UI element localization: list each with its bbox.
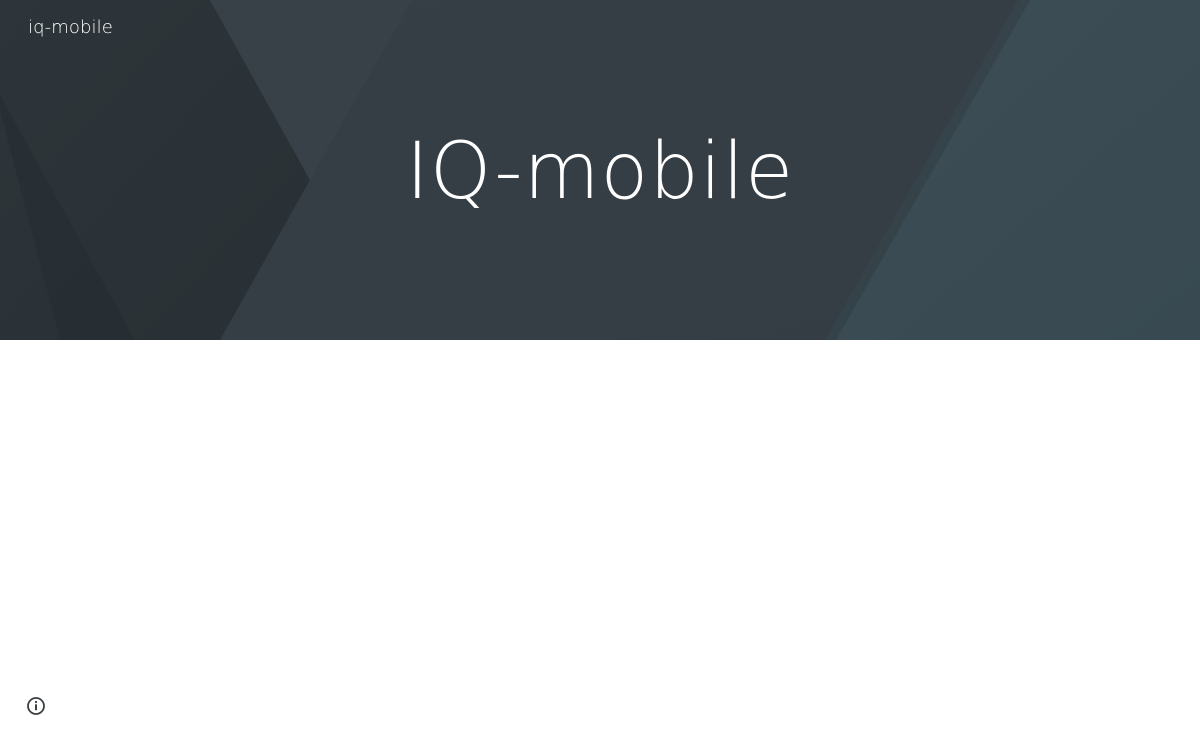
header-banner: iq-mobile IQ-mobile [0, 0, 1200, 340]
site-name-link[interactable]: iq-mobile [28, 17, 113, 38]
page-title: IQ-mobile [405, 127, 795, 217]
info-icon[interactable] [26, 696, 46, 716]
main-content [0, 340, 1200, 740]
page: iq-mobile IQ-mobile [0, 0, 1200, 740]
